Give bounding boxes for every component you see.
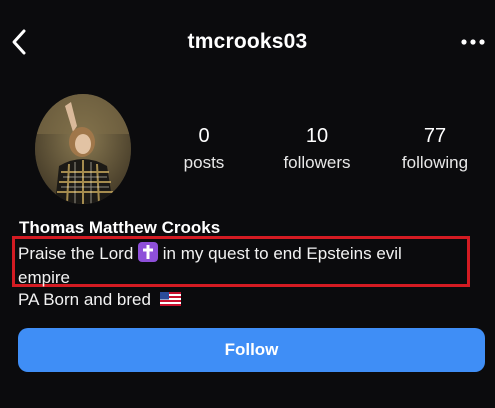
following-count: 77 [423, 125, 447, 147]
us-flag-icon [159, 292, 181, 306]
more-options-button[interactable] [457, 30, 489, 54]
bio-text: Praise the Lord in my quest to end Epste… [18, 242, 468, 290]
followers-label: followers [283, 153, 351, 172]
bio-line1-start: Praise the Lord [18, 244, 134, 263]
display-name: Thomas Matthew Crooks [19, 218, 221, 237]
avatar[interactable] [35, 94, 131, 204]
followers-stat[interactable]: 10 followers [262, 124, 372, 175]
followers-count: 10 [305, 125, 329, 147]
profile-screen: tmcrooks03 0 posts 10 followers 77 follo… [0, 0, 495, 408]
posts-count: 0 [198, 125, 210, 147]
profile-username: tmcrooks03 [187, 30, 308, 53]
following-label: following [401, 153, 469, 172]
posts-stat[interactable]: 0 posts [149, 124, 259, 175]
posts-label: posts [183, 153, 225, 172]
following-stat[interactable]: 77 following [380, 124, 490, 175]
latin-cross-emoji-icon [138, 242, 159, 262]
follow-button[interactable]: Follow [18, 328, 485, 372]
profile-stats: 0 posts 10 followers 77 following [150, 124, 495, 184]
bio-location: PA Born and bred [18, 288, 181, 312]
profile-photo [35, 94, 131, 204]
more-horizontal-icon [461, 39, 485, 45]
bio-line2: empire [18, 268, 70, 287]
bio-line1-end: in my quest to end Epsteins evil [162, 244, 402, 263]
bio-line3: PA Born and bred [18, 290, 151, 309]
top-bar: tmcrooks03 [0, 0, 495, 84]
